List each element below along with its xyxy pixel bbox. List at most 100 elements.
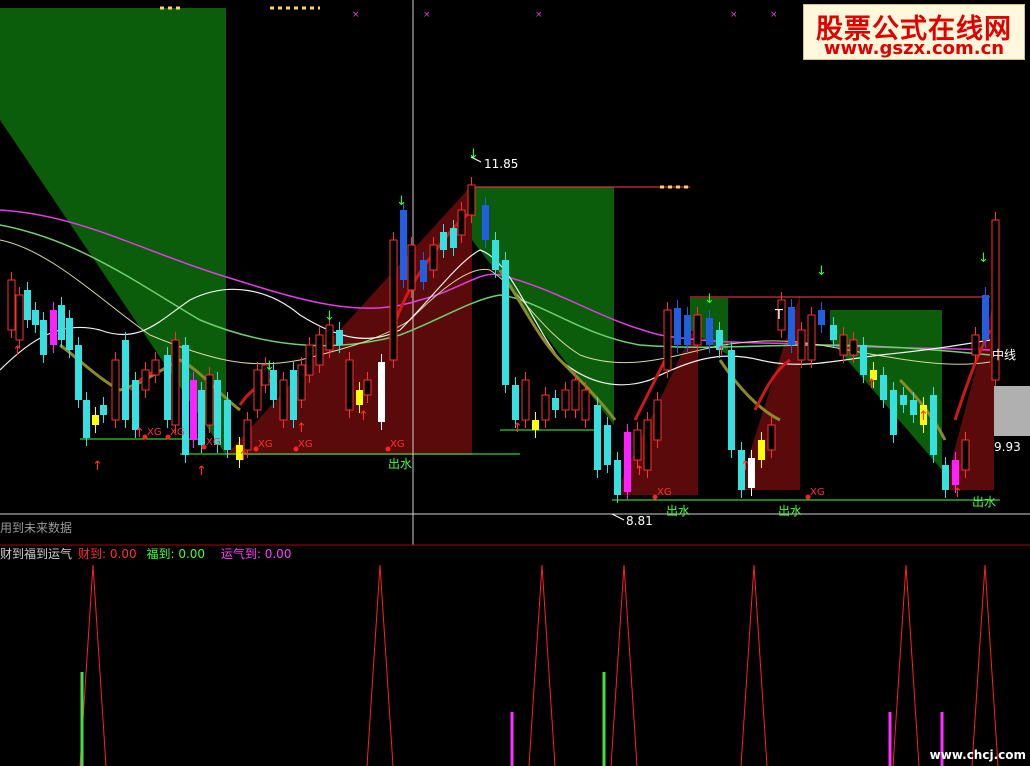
candle: [100, 405, 107, 415]
price-cursor-box: [994, 386, 1030, 436]
footer-site: www.chcj.com: [929, 748, 1026, 762]
candle: [890, 390, 897, 435]
candle: [198, 390, 205, 445]
candle: [66, 318, 73, 350]
caidao-peak: [610, 564, 638, 766]
out-label-4: 出水: [972, 495, 996, 509]
caidao-peak: [892, 564, 920, 766]
candle: [571, 379, 580, 411]
candle: [492, 240, 499, 270]
top-marker-4: ×: [730, 10, 738, 20]
candle: [758, 440, 765, 460]
sell-arrow-icon: ↓: [704, 292, 715, 307]
candle: [315, 334, 324, 366]
candle: [663, 309, 672, 371]
indicator-chart[interactable]: [0, 560, 1030, 766]
caidao-peak: [528, 564, 556, 766]
candle: [336, 330, 343, 345]
candle: [910, 400, 917, 415]
candle: [429, 244, 438, 271]
mid-line-label: 中线: [992, 347, 1016, 362]
buy-arrow-icon: ↑: [512, 421, 523, 436]
candle: [633, 429, 642, 461]
candle: [541, 394, 550, 421]
candle: [594, 405, 601, 470]
candle: [624, 432, 631, 492]
candle: [482, 205, 489, 240]
out-label-1: 出水: [388, 457, 412, 471]
candle: [807, 314, 816, 361]
candle: [182, 345, 189, 455]
candle: [420, 260, 427, 282]
candle: [521, 379, 530, 421]
right-price-label: 9.93: [994, 440, 1021, 454]
candle: [767, 424, 776, 451]
candle: [457, 209, 466, 236]
candle: [297, 364, 306, 401]
candle: [111, 359, 120, 421]
candle: [653, 399, 662, 441]
candle: [674, 308, 681, 345]
candle: [467, 184, 476, 216]
candle: [171, 339, 180, 426]
candle: [407, 244, 416, 291]
candle: [604, 425, 611, 465]
candle: [363, 379, 372, 396]
candle: [214, 380, 221, 445]
stock-chart-window: XG XG XG XG XG XG XG XG ↑ ↑ ↑ ↑ ↑ ↑ ↑ ↑ ↑ ↑ ↑ ↑ ↑ ↑ ↓ ↓ ↓ ↓ ↓ ↓ ↓ × …: [0, 0, 1030, 766]
candle: [279, 379, 288, 421]
candle: [356, 390, 363, 405]
candle: [849, 339, 858, 356]
watermark-url: www.gszx.com.cn: [823, 38, 1005, 59]
candle: [900, 395, 907, 405]
caidao-peak: [740, 564, 768, 766]
buy-arrow-icon: ↑: [634, 464, 645, 479]
candle: [400, 210, 407, 280]
indicator-series: [79, 564, 999, 766]
candle: [512, 385, 519, 420]
candle: [982, 295, 989, 340]
candle: [614, 460, 621, 495]
xg-label: XG: [390, 439, 405, 450]
sell-arrow-icon: ↓: [816, 264, 827, 279]
candle: [205, 374, 214, 426]
candle: [830, 325, 837, 340]
candle: [728, 350, 735, 450]
candle: [440, 232, 447, 250]
candle: [40, 320, 47, 355]
candle: [693, 314, 702, 346]
buy-arrow-icon: ↑: [952, 486, 963, 501]
candle: [930, 395, 937, 455]
candle: [58, 305, 65, 340]
candle: [581, 389, 590, 421]
xg-label: XG: [657, 487, 672, 498]
future-data-note: 用到未来数据: [0, 521, 73, 535]
candle: [305, 344, 314, 376]
price-chart[interactable]: XG XGXG XG XG XGXG XG↑↑↑↑↑↑↑↑↑↑↑↑↑↑↓↓↓↓↓↓↓ × …: [0, 0, 1030, 545]
buy-arrow-icon: ↑: [866, 377, 877, 392]
candle: [552, 398, 559, 410]
candle: [75, 345, 82, 400]
xg-label: XG: [170, 427, 185, 438]
buy-arrow-icon: ↑: [134, 426, 145, 441]
top-marker-1: ×: [352, 10, 360, 20]
xg-label: XG: [258, 439, 273, 450]
caidao-peak: [971, 564, 999, 766]
candle: [325, 324, 334, 351]
sell-arrow-icon: ↓: [396, 194, 407, 209]
candle: [290, 370, 297, 420]
candle: [942, 465, 949, 490]
candle: [190, 380, 197, 440]
top-marker-2: ×: [423, 10, 431, 20]
buy-arrow-icon: ↑: [92, 459, 103, 474]
sell-arrow-icon: ↓: [978, 251, 989, 266]
candle: [224, 400, 231, 450]
candle: [122, 340, 129, 420]
buy-arrow-icon: ↑: [358, 409, 369, 424]
candle: [706, 318, 713, 345]
sell-arrow-icon: ↓: [264, 359, 275, 374]
candle: [839, 334, 848, 356]
candle: [378, 362, 385, 422]
candle: [132, 380, 139, 430]
candle: [24, 290, 31, 320]
